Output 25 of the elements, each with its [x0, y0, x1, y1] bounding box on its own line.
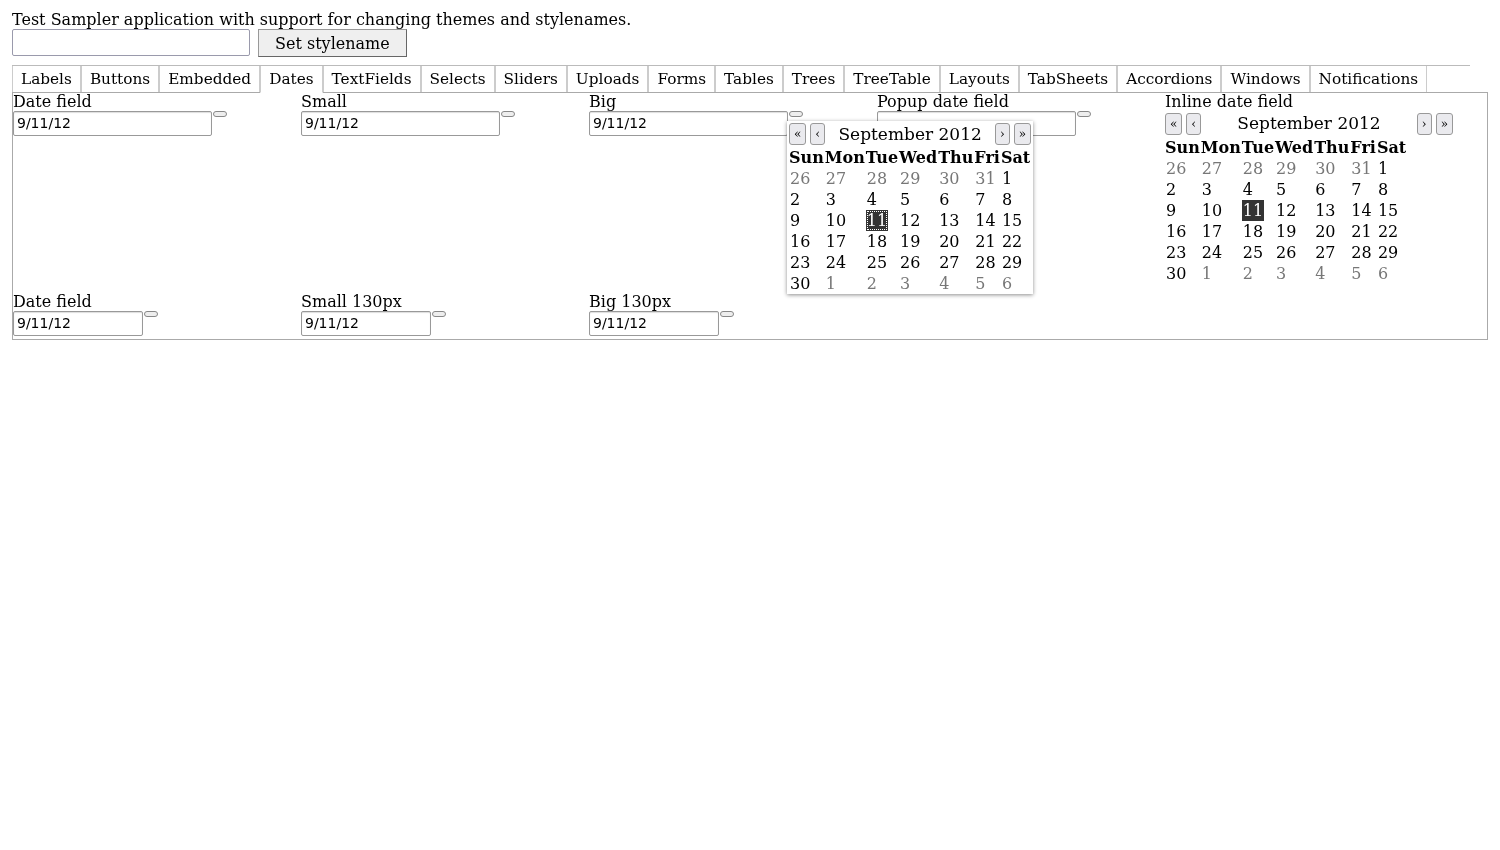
field-label: Small: [301, 93, 348, 111]
weekday-label: Sat: [1000, 148, 1031, 168]
weekday-label: Wed: [1275, 137, 1314, 157]
weekday-label: Sun: [1165, 137, 1200, 157]
weekday-label: Sun: [789, 148, 824, 168]
header-text: Test Sampler application with support for changing themes and stylenames.: [12, 10, 633, 30]
weekday-label: Fri: [974, 148, 1000, 168]
weekday-label: Wed: [899, 148, 938, 168]
weekday-label: Mon: [824, 148, 865, 168]
weekday-label: Sat: [1376, 137, 1407, 157]
weekday-label: Thu: [938, 148, 974, 168]
field-label: Big: [589, 93, 618, 111]
field-label: Popup date field: [877, 93, 1010, 111]
weekday-label: Thu: [1314, 137, 1350, 157]
month-title: September 2012: [1236, 113, 1382, 134]
weekday-label: Fri: [1350, 137, 1376, 157]
month-title: September 2012: [837, 123, 983, 145]
weekday-label: Mon: [1200, 137, 1241, 157]
weekday-label: Tue: [865, 148, 899, 168]
field-label: Small 130px: [301, 293, 403, 311]
field-label: Inline date field: [1165, 93, 1294, 111]
field-label: Big 130px: [589, 293, 672, 311]
field-label: Date field: [13, 93, 93, 111]
weekday-label: Tue: [1241, 137, 1275, 157]
field-label: Date field: [13, 293, 93, 311]
